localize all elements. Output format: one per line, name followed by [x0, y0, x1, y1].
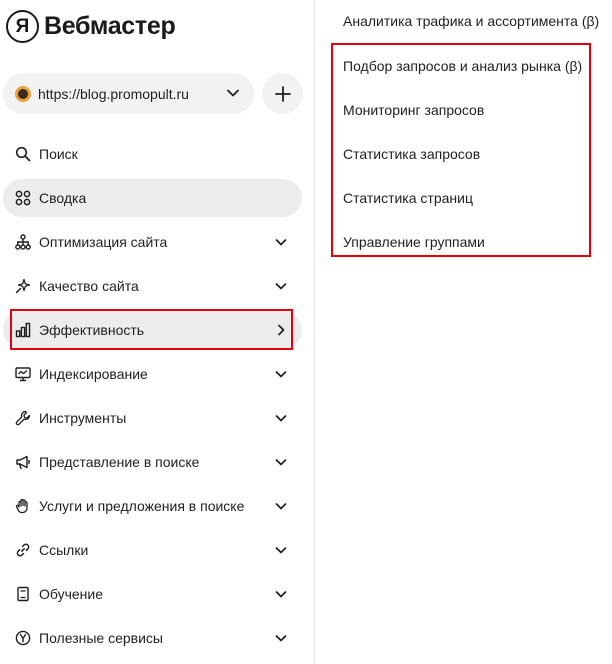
sidebar-item-search[interactable]: Поиск — [3, 135, 302, 173]
sidebar-item-label: Оптимизация сайта — [39, 234, 168, 250]
monitor-icon — [15, 366, 31, 382]
site-url: https://blog.promopult.ru — [38, 85, 189, 102]
sidebar-item-label: Ссылки — [39, 542, 89, 558]
sidebar-item-label: Инструменты — [39, 410, 127, 426]
sidebar-item-label: Качество сайта — [39, 278, 139, 294]
sitemap-icon — [15, 234, 31, 250]
sidebar-item-label: Поиск — [39, 146, 78, 162]
site-favicon-icon — [15, 85, 31, 102]
chevron-down-icon — [275, 591, 287, 598]
site-selector[interactable]: https://blog.promopult.ru — [3, 73, 254, 114]
chevron-down-icon — [275, 503, 287, 510]
sidebar-item-site-quality[interactable]: Качество сайта — [3, 267, 302, 305]
search-icon — [15, 146, 31, 162]
sidebar-item-site-optimization[interactable]: Оптимизация сайта — [3, 223, 302, 261]
sidebar-item-indexing[interactable]: Индексирование — [3, 355, 302, 393]
link-icon — [15, 542, 31, 558]
sidebar-item-search-appearance[interactable]: Представление в поиске — [3, 443, 302, 481]
sidebar-item-tools[interactable]: Инструменты — [3, 399, 302, 437]
yandex-icon — [15, 630, 31, 646]
chevron-down-icon — [275, 415, 287, 422]
hand-icon — [15, 498, 31, 514]
sidebar-item-learning[interactable]: Обучение — [3, 575, 302, 613]
sidebar-item-services-offers[interactable]: Услуги и предложения в поиске — [3, 487, 302, 525]
sidebar-item-label: Полезные сервисы — [39, 630, 163, 646]
sidebar-item-label: Индексирование — [39, 366, 148, 382]
logo[interactable]: Я Вебмастер — [6, 10, 176, 43]
highlight-frame — [331, 43, 591, 257]
chevron-down-icon — [275, 547, 287, 554]
megaphone-icon — [15, 454, 31, 470]
sidebar-item-useful-services[interactable]: Полезные сервисы — [3, 619, 302, 657]
sidebar-item-label: Обучение — [39, 586, 104, 602]
highlight-frame — [10, 309, 293, 350]
wrench-icon — [15, 410, 31, 426]
submenu-item-traffic-analytics[interactable]: Аналитика трафика и ассортимента (β) — [343, 13, 599, 29]
add-site-button[interactable] — [262, 73, 303, 114]
sidebar-item-label: Представление в поиске — [39, 454, 200, 470]
chevron-down-icon — [275, 459, 287, 466]
chevron-down-icon — [275, 371, 287, 378]
sidebar-item-summary[interactable]: Сводка — [3, 179, 302, 217]
sidebar: Я Вебмастер https://blog.promopult.ru По… — [0, 0, 314, 664]
sidebar-item-links[interactable]: Ссылки — [3, 531, 302, 569]
sparkle-icon — [15, 278, 31, 294]
sidebar-divider — [314, 0, 315, 664]
chevron-down-icon — [275, 239, 287, 246]
chevron-down-icon — [275, 635, 287, 642]
plus-icon — [274, 85, 291, 102]
chevron-down-icon — [227, 89, 239, 97]
sidebar-item-label: Услуги и предложения в поиске — [39, 498, 245, 514]
book-icon — [15, 586, 31, 602]
yandex-logo-icon: Я — [6, 10, 39, 43]
dashboard-icon — [15, 190, 31, 206]
app-title: Вебмастер — [44, 12, 176, 40]
sidebar-item-label: Сводка — [39, 190, 87, 206]
chevron-down-icon — [275, 283, 287, 290]
